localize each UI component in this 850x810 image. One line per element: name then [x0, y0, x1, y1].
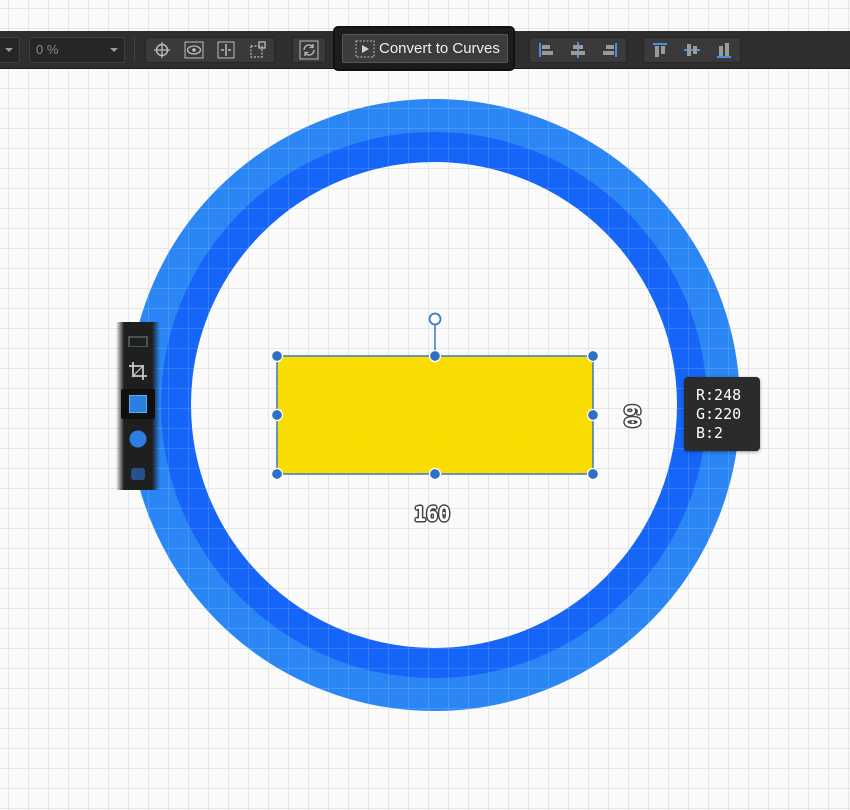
align-bottom-button[interactable]: [708, 38, 740, 62]
align-middle-button[interactable]: [676, 38, 708, 62]
align-bottom-icon: [717, 43, 731, 58]
divider: [134, 37, 135, 61]
handle-middle-right[interactable]: [586, 408, 600, 422]
opacity-value: 0 %: [36, 42, 59, 57]
red-value: R:248: [696, 386, 742, 404]
chevron-down-icon: [5, 48, 13, 52]
chevron-down-icon: [110, 48, 118, 52]
tool-partial-top[interactable]: [121, 326, 155, 356]
handle-bottom-middle[interactable]: [428, 467, 442, 481]
align-right-icon: [603, 43, 617, 57]
eye-icon: [184, 41, 204, 59]
blue-value: B:2: [696, 424, 724, 442]
align-top-icon: [653, 43, 667, 57]
distribute-button[interactable]: [210, 38, 242, 62]
cycle-group: [292, 37, 326, 63]
rounded-rect-icon: [131, 468, 145, 480]
height-dimension-label: 60: [620, 404, 644, 429]
rectangle-grid-overlay: [277, 356, 593, 474]
transform-box-icon: [250, 41, 266, 58]
previous-dropdown[interactable]: [0, 37, 20, 63]
ellipse-tool[interactable]: [121, 424, 155, 454]
handle-middle-left[interactable]: [270, 408, 284, 422]
handle-bottom-right[interactable]: [586, 467, 600, 481]
tool-partial-bottom[interactable]: [121, 458, 155, 488]
green-value: G:220: [696, 405, 742, 423]
distribute-icon: [217, 41, 235, 59]
align-center-button[interactable]: [562, 38, 594, 62]
opacity-dropdown[interactable]: 0 %: [29, 37, 125, 63]
snap-crosshair-button[interactable]: [146, 38, 178, 62]
align-horizontal-group: [529, 37, 627, 63]
crosshair-icon: [154, 42, 170, 58]
square-icon: [129, 395, 147, 413]
convert-to-curves-button[interactable]: Convert to Curves: [342, 34, 508, 63]
handle-top-left[interactable]: [270, 349, 284, 363]
layer-icon: [128, 336, 148, 347]
handle-bottom-left[interactable]: [270, 467, 284, 481]
rotation-handle[interactable]: [428, 312, 442, 326]
align-middle-icon: [684, 44, 700, 56]
align-vertical-group: [643, 37, 741, 63]
handle-top-middle[interactable]: [428, 349, 442, 363]
crop-icon: [129, 362, 147, 380]
handle-top-right[interactable]: [586, 349, 600, 363]
circle-icon: [129, 430, 147, 448]
snap-group: [145, 37, 275, 63]
align-left-icon: [539, 43, 553, 57]
crop-tool[interactable]: [121, 356, 155, 386]
convert-curves-icon: [355, 40, 375, 58]
align-right-button[interactable]: [594, 38, 626, 62]
align-center-icon: [571, 42, 585, 58]
rectangle-tool[interactable]: [121, 389, 155, 419]
align-top-button[interactable]: [644, 38, 676, 62]
transform-origin-button[interactable]: [242, 38, 274, 62]
width-dimension-label: 160: [414, 502, 451, 526]
cycle-button[interactable]: [293, 38, 325, 62]
convert-to-curves-label: Convert to Curves: [379, 40, 500, 57]
color-readout-tooltip: R:248 G:220 B:2: [684, 377, 760, 451]
align-left-button[interactable]: [530, 38, 562, 62]
cycle-icon: [299, 40, 319, 60]
view-toggle-button[interactable]: [178, 38, 210, 62]
